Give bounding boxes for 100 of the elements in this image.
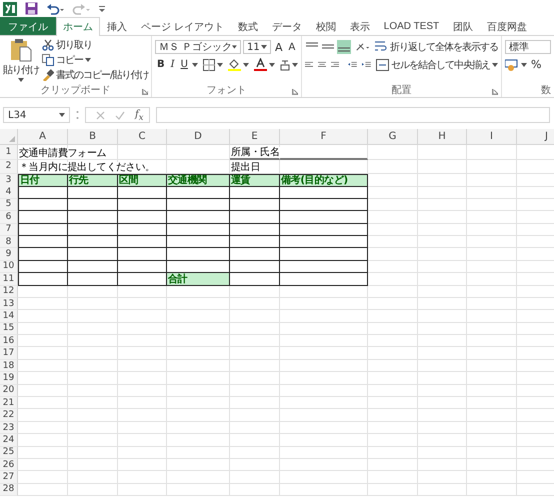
- column-header[interactable]: F: [280, 129, 368, 145]
- column-header[interactable]: I: [467, 129, 517, 145]
- table-cell: [418, 186, 467, 199]
- row-header[interactable]: 25: [0, 446, 18, 459]
- ribbon-tab[interactable]: ページ レイアウト: [134, 17, 231, 35]
- row-header[interactable]: 9: [0, 248, 18, 261]
- row-header[interactable]: 17: [0, 347, 18, 360]
- ribbon-tab[interactable]: 表示: [342, 17, 377, 35]
- ribbon-tab[interactable]: 数式: [230, 17, 265, 35]
- undo-icon[interactable]: [46, 2, 64, 14]
- row-header[interactable]: 13: [0, 298, 18, 310]
- ribbon-tab[interactable]: 校閲: [308, 17, 343, 35]
- paste-button[interactable]: 貼り付け: [3, 38, 39, 85]
- row-header[interactable]: 5: [0, 198, 18, 212]
- row-header[interactable]: 24: [0, 434, 18, 447]
- table-cell: [230, 360, 280, 372]
- text-orientation-icon[interactable]: [356, 41, 370, 53]
- table-cell: [368, 211, 418, 224]
- column-header[interactable]: C: [118, 129, 167, 145]
- table-cell: [418, 347, 467, 360]
- row-header[interactable]: 22: [0, 409, 18, 422]
- table-cell: [368, 335, 418, 348]
- dropdown-icon[interactable]: [192, 62, 198, 66]
- font-color-icon[interactable]: [254, 58, 267, 71]
- format-painter-button[interactable]: 書式のコピー/貼り付け: [42, 68, 148, 82]
- name-box[interactable]: L34: [3, 107, 70, 123]
- column-header[interactable]: D: [167, 129, 230, 145]
- row-header[interactable]: 26: [0, 458, 18, 472]
- dropdown-icon[interactable]: [268, 62, 275, 66]
- column-header[interactable]: B: [68, 129, 118, 145]
- grow-font-button[interactable]: A: [273, 40, 285, 54]
- dropdown-icon[interactable]: [521, 62, 527, 66]
- table-cell: [167, 286, 230, 298]
- borders-icon[interactable]: [202, 58, 215, 70]
- column-header[interactable]: J: [517, 129, 554, 145]
- number-format-field[interactable]: 標準: [505, 40, 551, 54]
- row-header[interactable]: 27: [0, 471, 18, 484]
- percent-button[interactable]: %: [529, 58, 544, 71]
- merge-center-button[interactable]: セルを結合して中央揃え: [376, 58, 498, 72]
- row-header[interactable]: 20: [0, 384, 18, 398]
- row-header[interactable]: 8: [0, 236, 18, 248]
- row-header[interactable]: 18: [0, 360, 18, 372]
- column-header[interactable]: A: [18, 129, 68, 145]
- dropdown-icon[interactable]: [292, 62, 298, 66]
- ribbon-tab[interactable]: ホーム: [56, 17, 100, 36]
- ribbon-tab[interactable]: 百度网盘: [480, 17, 534, 35]
- row-header[interactable]: 15: [0, 322, 18, 336]
- table-cell: [118, 458, 167, 472]
- ribbon-tab[interactable]: 挿入: [100, 17, 134, 35]
- vertical-align-button[interactable]: [337, 40, 351, 54]
- row-header[interactable]: 6: [0, 211, 18, 224]
- ribbon-tab[interactable]: データ: [264, 17, 309, 35]
- row-header[interactable]: 28: [0, 484, 18, 496]
- font-size-field[interactable]: 11: [243, 40, 271, 54]
- launcher-icon[interactable]: [492, 89, 498, 95]
- dropdown-icon: [18, 78, 24, 82]
- dropdown-icon[interactable]: [242, 62, 249, 66]
- phonetic-guide-icon[interactable]: [280, 58, 290, 70]
- column-header[interactable]: G: [368, 129, 418, 145]
- table-cell: [18, 310, 68, 323]
- font-name-field[interactable]: ＭＳ Ｐゴシック: [155, 40, 241, 54]
- row-header[interactable]: 12: [0, 286, 18, 298]
- row-header[interactable]: 4: [0, 186, 18, 199]
- save-icon[interactable]: [25, 2, 38, 15]
- row-header[interactable]: 16: [0, 335, 18, 348]
- row-header[interactable]: 14: [0, 310, 18, 323]
- copy-button[interactable]: コピー: [42, 53, 148, 67]
- row-header[interactable]: 3: [0, 174, 18, 187]
- table-cell: [118, 224, 167, 236]
- row-header[interactable]: 1: [0, 145, 18, 160]
- row-header[interactable]: 21: [0, 397, 18, 410]
- row-header[interactable]: 7: [0, 224, 18, 236]
- shrink-font-button[interactable]: A: [286, 42, 298, 52]
- row-header[interactable]: 23: [0, 422, 18, 434]
- table-cell: [230, 471, 280, 484]
- formula-input-field[interactable]: [156, 107, 550, 123]
- underline-button[interactable]: U: [178, 59, 190, 70]
- file-tab[interactable]: ファイル: [0, 17, 56, 35]
- ribbon-tab[interactable]: 团队: [446, 17, 480, 35]
- fill-color-icon[interactable]: [228, 58, 241, 71]
- table-cell: [368, 446, 418, 459]
- column-header[interactable]: H: [418, 129, 467, 145]
- launcher-icon[interactable]: [142, 89, 148, 95]
- table-cell: [18, 211, 68, 224]
- bold-button[interactable]: B: [155, 59, 167, 70]
- column-header[interactable]: E: [230, 129, 280, 145]
- row-header[interactable]: 19: [0, 372, 18, 385]
- row-header[interactable]: 10: [0, 260, 18, 274]
- table-cell: [368, 372, 418, 385]
- ribbon-tab[interactable]: LOAD TEST: [376, 17, 446, 35]
- customize-menu-icon[interactable]: [98, 4, 106, 12]
- wrap-text-button[interactable]: 折り返して全体を表示する: [375, 40, 498, 54]
- insert-function-button[interactable]: f$_{x}$: [135, 108, 144, 122]
- currency-icon[interactable]: [505, 58, 519, 70]
- row-header[interactable]: 2: [0, 160, 18, 174]
- launcher-icon[interactable]: [292, 89, 298, 95]
- row-header[interactable]: 11: [0, 273, 18, 286]
- dropdown-icon[interactable]: [216, 62, 223, 66]
- italic-button[interactable]: I: [168, 59, 177, 70]
- cut-button[interactable]: 切り取り: [42, 38, 148, 52]
